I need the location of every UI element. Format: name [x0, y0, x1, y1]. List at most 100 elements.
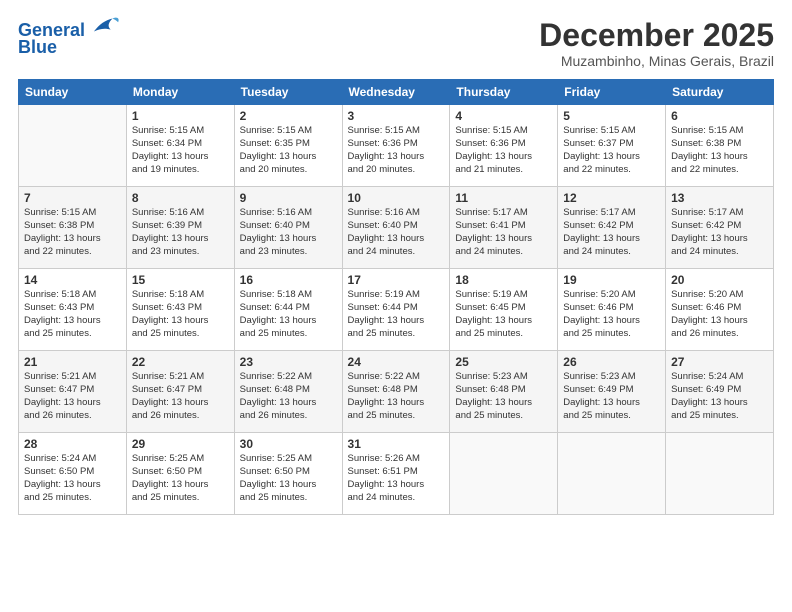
week-row-2: 7 Sunrise: 5:15 AM Sunset: 6:38 PM Daylig…	[19, 187, 774, 269]
calendar-cell: 25Sunrise: 5:23 AM Sunset: 6:48 PM Dayli…	[450, 351, 558, 433]
weekday-header-sunday: Sunday	[19, 80, 127, 105]
day-number: 18	[455, 273, 552, 287]
weekday-header-row: SundayMondayTuesdayWednesdayThursdayFrid…	[19, 80, 774, 105]
week-row-5: 28 Sunrise: 5:24 AM Sunset: 6:50 PM Dayli…	[19, 433, 774, 515]
day-info: Sunrise: 5:15 AM Sunset: 6:36 PM Dayligh…	[348, 125, 445, 176]
calendar-cell: 19Sunrise: 5:20 AM Sunset: 6:46 PM Dayli…	[558, 269, 666, 351]
day-number: 24	[348, 355, 445, 369]
week-row-3: 14 Sunrise: 5:18 AM Sunset: 6:43 PM Dayli…	[19, 269, 774, 351]
calendar-cell: 21Sunrise: 5:21 AM Sunset: 6:47 PM Dayli…	[19, 351, 127, 433]
calendar-cell: 22Sunrise: 5:21 AM Sunset: 6:47 PM Dayli…	[126, 351, 234, 433]
day-info: Sunrise: 5:24 AM Sunset: 6:50 PM Dayligh…	[24, 453, 121, 504]
day-info: Sunrise: 5:20 AM Sunset: 6:46 PM Dayligh…	[563, 289, 660, 340]
day-info: Sunrise: 5:22 AM Sunset: 6:48 PM Dayligh…	[240, 371, 337, 422]
calendar-cell	[558, 433, 666, 515]
day-number: 31	[348, 437, 445, 451]
calendar-cell: 30 Sunrise: 5:25 AM Sunset: 6:50 PM Dayli…	[234, 433, 342, 515]
day-info: Sunrise: 5:17 AM Sunset: 6:41 PM Dayligh…	[455, 207, 552, 258]
day-number: 20	[671, 273, 768, 287]
weekday-header-saturday: Saturday	[666, 80, 774, 105]
month-title: December 2025	[539, 18, 774, 53]
calendar-cell: 16 Sunrise: 5:18 AM Sunset: 6:44 PM Dayli…	[234, 269, 342, 351]
day-number: 15	[132, 273, 229, 287]
day-number: 30	[240, 437, 337, 451]
day-number: 22	[132, 355, 229, 369]
day-info: Sunrise: 5:26 AM Sunset: 6:51 PM Dayligh…	[348, 453, 445, 504]
day-number: 4	[455, 109, 552, 123]
day-number: 11	[455, 191, 552, 205]
day-info: Sunrise: 5:15 AM Sunset: 6:34 PM Dayligh…	[132, 125, 229, 176]
weekday-header-wednesday: Wednesday	[342, 80, 450, 105]
day-number: 9	[240, 191, 337, 205]
day-info: Sunrise: 5:17 AM Sunset: 6:42 PM Dayligh…	[671, 207, 768, 258]
day-number: 17	[348, 273, 445, 287]
calendar-cell: 7 Sunrise: 5:15 AM Sunset: 6:38 PM Daylig…	[19, 187, 127, 269]
day-info: Sunrise: 5:16 AM Sunset: 6:40 PM Dayligh…	[240, 207, 337, 258]
title-area: December 2025 Muzambinho, Minas Gerais, …	[539, 18, 774, 69]
day-info: Sunrise: 5:19 AM Sunset: 6:44 PM Dayligh…	[348, 289, 445, 340]
day-number: 16	[240, 273, 337, 287]
day-number: 14	[24, 273, 121, 287]
location-subtitle: Muzambinho, Minas Gerais, Brazil	[539, 53, 774, 69]
day-info: Sunrise: 5:20 AM Sunset: 6:46 PM Dayligh…	[671, 289, 768, 340]
calendar-cell: 29 Sunrise: 5:25 AM Sunset: 6:50 PM Dayli…	[126, 433, 234, 515]
page: General Blue December 2025 Muzambinho, M…	[0, 0, 792, 612]
calendar-cell: 23 Sunrise: 5:22 AM Sunset: 6:48 PM Dayli…	[234, 351, 342, 433]
day-info: Sunrise: 5:18 AM Sunset: 6:43 PM Dayligh…	[132, 289, 229, 340]
day-info: Sunrise: 5:21 AM Sunset: 6:47 PM Dayligh…	[24, 371, 121, 422]
calendar-cell: 10 Sunrise: 5:16 AM Sunset: 6:40 PM Dayli…	[342, 187, 450, 269]
day-number: 13	[671, 191, 768, 205]
calendar-cell: 1 Sunrise: 5:15 AM Sunset: 6:34 PM Daylig…	[126, 105, 234, 187]
weekday-header-thursday: Thursday	[450, 80, 558, 105]
calendar-cell: 3 Sunrise: 5:15 AM Sunset: 6:36 PM Daylig…	[342, 105, 450, 187]
day-info: Sunrise: 5:23 AM Sunset: 6:48 PM Dayligh…	[455, 371, 552, 422]
day-number: 7	[24, 191, 121, 205]
calendar-cell: 2Sunrise: 5:15 AM Sunset: 6:35 PM Daylig…	[234, 105, 342, 187]
week-row-1: 1 Sunrise: 5:15 AM Sunset: 6:34 PM Daylig…	[19, 105, 774, 187]
day-info: Sunrise: 5:22 AM Sunset: 6:48 PM Dayligh…	[348, 371, 445, 422]
weekday-header-tuesday: Tuesday	[234, 80, 342, 105]
day-number: 3	[348, 109, 445, 123]
logo: General Blue	[18, 18, 120, 58]
calendar-cell: 24 Sunrise: 5:22 AM Sunset: 6:48 PM Dayli…	[342, 351, 450, 433]
calendar-cell: 27 Sunrise: 5:24 AM Sunset: 6:49 PM Dayli…	[666, 351, 774, 433]
calendar-cell: 18 Sunrise: 5:19 AM Sunset: 6:45 PM Dayli…	[450, 269, 558, 351]
calendar-cell	[19, 105, 127, 187]
day-number: 10	[348, 191, 445, 205]
day-info: Sunrise: 5:25 AM Sunset: 6:50 PM Dayligh…	[240, 453, 337, 504]
day-info: Sunrise: 5:23 AM Sunset: 6:49 PM Dayligh…	[563, 371, 660, 422]
day-info: Sunrise: 5:15 AM Sunset: 6:38 PM Dayligh…	[24, 207, 121, 258]
day-number: 8	[132, 191, 229, 205]
calendar-cell	[666, 433, 774, 515]
day-number: 12	[563, 191, 660, 205]
day-number: 27	[671, 355, 768, 369]
calendar-table: SundayMondayTuesdayWednesdayThursdayFrid…	[18, 79, 774, 515]
weekday-header-friday: Friday	[558, 80, 666, 105]
calendar-cell: 28 Sunrise: 5:24 AM Sunset: 6:50 PM Dayli…	[19, 433, 127, 515]
day-number: 26	[563, 355, 660, 369]
day-number: 29	[132, 437, 229, 451]
weekday-header-monday: Monday	[126, 80, 234, 105]
day-number: 6	[671, 109, 768, 123]
day-number: 28	[24, 437, 121, 451]
day-number: 1	[132, 109, 229, 123]
day-number: 23	[240, 355, 337, 369]
day-info: Sunrise: 5:16 AM Sunset: 6:39 PM Dayligh…	[132, 207, 229, 258]
day-info: Sunrise: 5:18 AM Sunset: 6:43 PM Dayligh…	[24, 289, 121, 340]
day-info: Sunrise: 5:19 AM Sunset: 6:45 PM Dayligh…	[455, 289, 552, 340]
day-info: Sunrise: 5:16 AM Sunset: 6:40 PM Dayligh…	[348, 207, 445, 258]
calendar-cell: 4Sunrise: 5:15 AM Sunset: 6:36 PM Daylig…	[450, 105, 558, 187]
day-info: Sunrise: 5:15 AM Sunset: 6:35 PM Dayligh…	[240, 125, 337, 176]
day-info: Sunrise: 5:15 AM Sunset: 6:38 PM Dayligh…	[671, 125, 768, 176]
day-info: Sunrise: 5:24 AM Sunset: 6:49 PM Dayligh…	[671, 371, 768, 422]
day-info: Sunrise: 5:15 AM Sunset: 6:37 PM Dayligh…	[563, 125, 660, 176]
calendar-cell	[450, 433, 558, 515]
calendar-cell: 9 Sunrise: 5:16 AM Sunset: 6:40 PM Daylig…	[234, 187, 342, 269]
logo-bird-icon	[92, 14, 120, 36]
calendar-cell: 8 Sunrise: 5:16 AM Sunset: 6:39 PM Daylig…	[126, 187, 234, 269]
day-info: Sunrise: 5:18 AM Sunset: 6:44 PM Dayligh…	[240, 289, 337, 340]
day-info: Sunrise: 5:25 AM Sunset: 6:50 PM Dayligh…	[132, 453, 229, 504]
day-number: 5	[563, 109, 660, 123]
calendar-cell: 11 Sunrise: 5:17 AM Sunset: 6:41 PM Dayli…	[450, 187, 558, 269]
calendar-cell: 6 Sunrise: 5:15 AM Sunset: 6:38 PM Daylig…	[666, 105, 774, 187]
